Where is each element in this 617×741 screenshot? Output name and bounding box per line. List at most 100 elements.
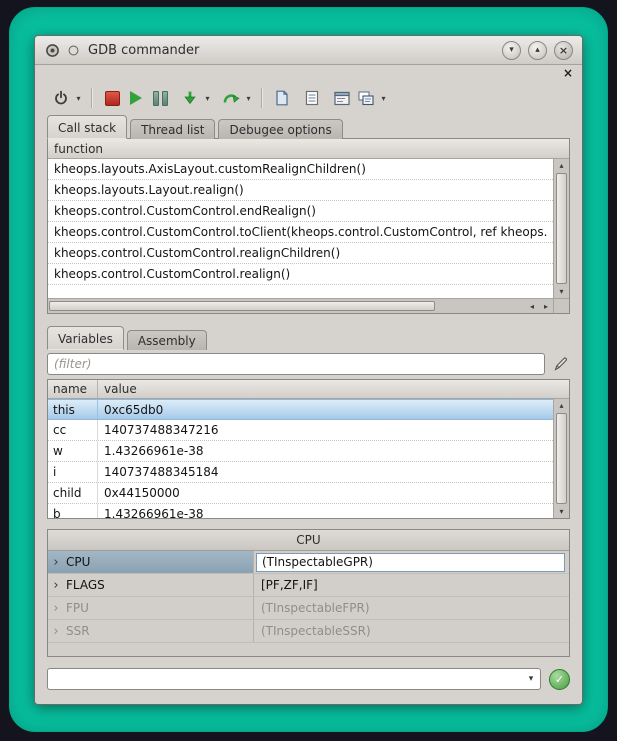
list-button[interactable] [300, 86, 324, 110]
window-menu-icon[interactable] [67, 44, 79, 56]
expander-icon[interactable] [48, 624, 64, 639]
list-icon [305, 90, 319, 106]
scroll-up-icon[interactable] [554, 159, 569, 172]
pen-icon[interactable] [552, 355, 570, 373]
command-combobox[interactable] [47, 668, 541, 690]
callstack-horizontal-scrollbar[interactable] [48, 298, 553, 313]
variable-row[interactable]: w1.43266961e-38 [48, 441, 553, 462]
titlebar[interactable]: GDB commander [35, 36, 582, 65]
filter-input[interactable] [47, 353, 545, 375]
callstack-rows: kheops.layouts.AxisLayout.customRealignC… [48, 159, 553, 298]
variables-rows: this0xc65db0cc140737488347216w1.43266961… [48, 399, 553, 518]
dock-header [35, 65, 582, 81]
tab-assembly[interactable]: Assembly [127, 330, 207, 350]
variables-tabbar: Variables Assembly [47, 326, 570, 350]
callstack-row[interactable]: kheops.layouts.Layout.realign() [48, 180, 553, 201]
tab-debugee-options[interactable]: Debugee options [218, 119, 342, 139]
name-column-header[interactable]: name [48, 380, 98, 398]
scrollbar-thumb[interactable] [556, 173, 567, 284]
close-button[interactable] [554, 41, 573, 60]
send-command-button[interactable] [549, 669, 570, 690]
maximize-button[interactable] [528, 41, 547, 60]
continue-button[interactable] [124, 86, 148, 110]
variable-value: 1.43266961e-38 [98, 444, 553, 458]
callstack-column-header[interactable]: function [48, 139, 569, 159]
scroll-left-icon[interactable] [525, 299, 539, 313]
value-column-header[interactable]: value [98, 382, 569, 396]
variable-row[interactable]: this0xc65db0 [48, 399, 553, 420]
function-column-label: function [48, 142, 103, 156]
cpu-row-value: [PF,ZF,IF] [254, 578, 569, 592]
cpu-row-value[interactable]: (TInspectableGPR) [256, 553, 565, 572]
scroll-up-icon[interactable] [554, 399, 569, 412]
variable-name: this [48, 400, 98, 419]
step-into-button[interactable] [178, 86, 202, 110]
close-pane-icon[interactable] [561, 67, 575, 79]
variable-row[interactable]: child0x44150000 [48, 483, 553, 504]
callstack-row[interactable]: kheops.control.CustomControl.realign() [48, 264, 553, 285]
scrollbar-thumb[interactable] [49, 301, 435, 311]
stop-icon [105, 91, 120, 106]
variables-filter-row [35, 349, 582, 379]
console-button[interactable] [330, 86, 354, 110]
scrollbar-thumb[interactable] [556, 413, 567, 504]
gdb-commander-window: GDB commander [34, 35, 583, 705]
cpu-header-label: CPU [296, 533, 320, 547]
watch-icon [358, 91, 374, 106]
variable-value: 1.43266961e-38 [98, 507, 553, 518]
splitter[interactable] [35, 314, 582, 326]
pause-button[interactable] [148, 86, 172, 110]
variable-row[interactable]: b1.43266961e-38 [48, 504, 553, 518]
scrollbar-corner [553, 298, 569, 313]
variable-name: child [48, 483, 98, 503]
scroll-down-icon[interactable] [554, 285, 569, 298]
callstack-row[interactable]: kheops.layouts.AxisLayout.customRealignC… [48, 159, 553, 180]
variables-vertical-scrollbar[interactable] [553, 399, 569, 518]
callstack-vertical-scrollbar[interactable] [553, 159, 569, 298]
command-input[interactable] [48, 669, 522, 689]
document-button[interactable] [270, 86, 294, 110]
power-dropdown[interactable] [73, 86, 84, 110]
step-over-dropdown[interactable] [243, 86, 254, 110]
callstack-row[interactable]: kheops.control.CustomControl.endRealign(… [48, 201, 553, 222]
callstack-panel: function kheops.layouts.AxisLayout.custo… [47, 138, 570, 314]
step-over-icon [222, 90, 240, 106]
tab-call-stack[interactable]: Call stack [47, 115, 127, 139]
tab-thread-list[interactable]: Thread list [130, 119, 215, 139]
watch-dropdown[interactable] [378, 86, 389, 110]
power-icon [53, 90, 69, 106]
tab-variables[interactable]: Variables [47, 326, 124, 350]
callstack-row[interactable]: kheops.control.CustomControl.realignChil… [48, 243, 553, 264]
teal-window-frame: GDB commander [9, 7, 608, 732]
minimize-button[interactable] [502, 41, 521, 60]
variable-value: 140737488347216 [98, 423, 553, 437]
variables-table-header[interactable]: name value [48, 380, 569, 399]
cpu-row[interactable]: SSR(TInspectableSSR) [48, 620, 569, 643]
callstack-row[interactable]: kheops.control.CustomControl.toClient(kh… [48, 222, 553, 243]
cpu-row[interactable]: FPU(TInspectableFPR) [48, 597, 569, 620]
expander-icon[interactable] [48, 555, 64, 570]
cpu-inspector-panel: CPU CPU(TInspectableGPR)FLAGS[PF,ZF,IF]F… [47, 529, 570, 657]
variable-value: 140737488345184 [98, 465, 553, 479]
expander-icon[interactable] [48, 578, 64, 593]
cpu-row[interactable]: CPU(TInspectableGPR) [48, 551, 569, 574]
expander-icon[interactable] [48, 601, 64, 616]
scroll-right-icon[interactable] [539, 299, 553, 313]
variable-row[interactable]: cc140737488347216 [48, 420, 553, 441]
step-into-dropdown[interactable] [202, 86, 213, 110]
variable-name: w [48, 441, 98, 461]
cpu-row-name: FPU [64, 601, 253, 615]
variable-value: 0x44150000 [98, 486, 553, 500]
cpu-row[interactable]: FLAGS[PF,ZF,IF] [48, 574, 569, 597]
variable-name: b [48, 504, 98, 518]
watch-button[interactable] [354, 86, 378, 110]
power-button[interactable] [49, 86, 73, 110]
variable-row[interactable]: i140737488345184 [48, 462, 553, 483]
scroll-down-icon[interactable] [554, 505, 569, 518]
combo-dropdown-icon[interactable] [522, 669, 540, 689]
step-over-button[interactable] [219, 86, 243, 110]
command-bar [47, 667, 570, 691]
step-into-icon [182, 90, 198, 106]
cpu-rows: CPU(TInspectableGPR)FLAGS[PF,ZF,IF]FPU(T… [48, 551, 569, 656]
stop-button[interactable] [100, 86, 124, 110]
